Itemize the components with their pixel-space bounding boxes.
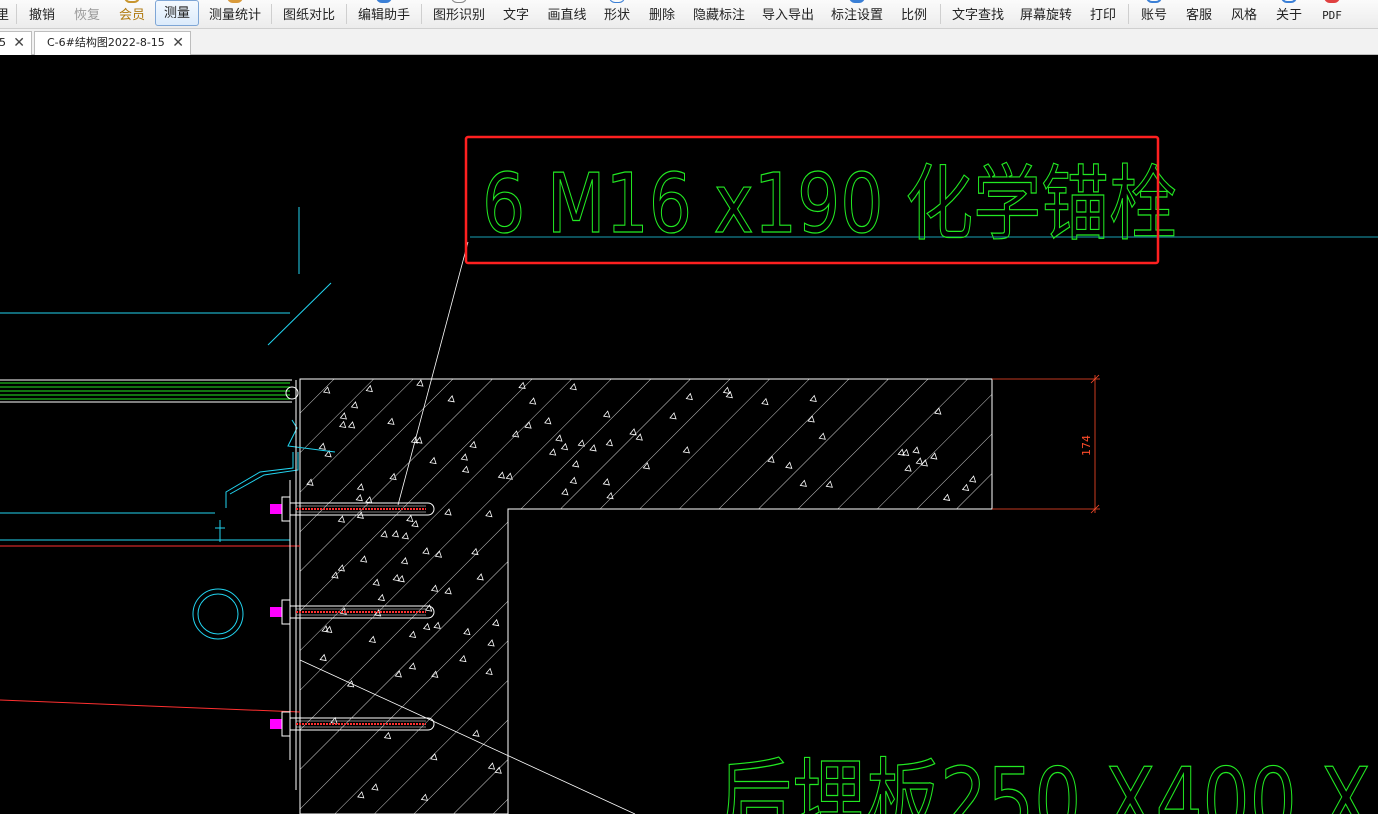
text-button[interactable]: 文字 (500, 0, 532, 29)
redo-label: 恢复 (73, 8, 100, 23)
import-export-button[interactable]: 导入导出 (760, 0, 816, 29)
text-label: 文字 (502, 8, 529, 23)
vip-button[interactable]: 会员 (116, 0, 148, 29)
print-label: 打印 (1089, 8, 1116, 23)
shape-button[interactable]: 形状 (601, 0, 633, 29)
tab-current[interactable]: C-6#结构图2022-8-15 ✕ (34, 31, 191, 55)
toolbar-separator (271, 4, 272, 24)
tab-previous-label: 5 (0, 36, 6, 49)
scale-button[interactable]: 比例 (898, 0, 930, 29)
style-label: 风格 (1230, 8, 1257, 23)
about-label: 关于 (1275, 8, 1302, 23)
toolbar-separator (346, 4, 347, 24)
account-label: 账号 (1140, 8, 1167, 23)
vip-label: 会员 (118, 8, 145, 23)
drawing-canvas[interactable]: 6 M16 x190 化学锚栓 后埋板250 X400 X1 174 (0, 55, 1378, 814)
delete-label: 删除 (648, 8, 675, 23)
account-icon (1146, 0, 1162, 3)
style-button[interactable]: 风格 (1228, 0, 1260, 29)
dimension-value: 174 (1080, 435, 1093, 456)
text-search-button[interactable]: 文字查找 (950, 0, 1006, 29)
toolbar-cut-item[interactable]: 里 (0, 0, 10, 29)
delete-button[interactable]: 删除 (646, 0, 678, 29)
compare-label: 图纸对比 (282, 8, 335, 23)
rotate-button[interactable]: 屏幕旋转 (1018, 0, 1074, 29)
undo-button[interactable]: 撤销 (26, 0, 58, 29)
text-search-label: 文字查找 (951, 8, 1004, 23)
rotate-label: 屏幕旋转 (1019, 8, 1072, 23)
scale-label: 比例 (900, 8, 927, 23)
toolbar-separator (16, 4, 17, 24)
shape-recognize-label: 图形识别 (432, 8, 485, 23)
support-button[interactable]: 客服 (1183, 0, 1215, 29)
toolbar-cut-label: 里 (0, 8, 10, 23)
vip-icon (124, 0, 140, 3)
compare-button[interactable]: 图纸对比 (281, 0, 337, 29)
measure-label: 测量 (163, 6, 190, 21)
document-tabbar: 5 ✕ C-6#结构图2022-8-15 ✕ (0, 29, 1378, 55)
import-export-label: 导入导出 (761, 8, 814, 23)
hide-annotation-button[interactable]: 隐藏标注 (691, 0, 747, 29)
toolbar-separator (1128, 4, 1129, 24)
tab-previous[interactable]: 5 ✕ (0, 31, 32, 55)
cyan-construction (0, 207, 336, 640)
edit-helper-icon (376, 0, 392, 3)
pdf-label: PDF (1322, 9, 1342, 22)
annotation-settings-button[interactable]: 标注设置 (829, 0, 885, 29)
account-button[interactable]: 账号 (1138, 0, 1170, 29)
shape-label: 形状 (603, 8, 630, 23)
pdf-icon (1324, 0, 1340, 3)
anchor-annotation-text: 6 M16 x190 化学锚栓 (482, 157, 1177, 252)
embed-plate-annotation-text: 后埋板250 X400 X1 (718, 749, 1378, 814)
measure-button[interactable]: 测量 (155, 0, 199, 26)
pdf-button[interactable]: PDF (1318, 0, 1346, 29)
line-label: 画直线 (547, 8, 587, 23)
edit-helper-label: 编辑助手 (357, 8, 410, 23)
annotation-settings-icon (849, 0, 865, 3)
toolbar-separator (421, 4, 422, 24)
about-button[interactable]: 关于 (1273, 0, 1305, 29)
undo-label: 撤销 (28, 8, 55, 23)
measure-stats-button[interactable]: 测量统计 (207, 0, 263, 29)
tab-current-label: C-6#结构图2022-8-15 (47, 36, 165, 49)
red-reference-line-2 (0, 699, 301, 713)
main-toolbar: 里 撤销 恢复 会员 测量 测量统计 图纸对比 编辑助手 图形识别 文字 画直线… (0, 0, 1378, 29)
curtain-wall-profile (0, 382, 290, 400)
close-icon[interactable]: ✕ (13, 32, 25, 54)
shape-recognize-button[interactable]: 图形识别 (431, 0, 487, 29)
hide-annotation-label: 隐藏标注 (692, 8, 745, 23)
about-icon (1281, 0, 1297, 3)
redo-button[interactable]: 恢复 (71, 0, 103, 29)
measure-stats-icon (227, 0, 243, 3)
line-button[interactable]: 画直线 (545, 0, 589, 29)
measure-stats-label: 测量统计 (208, 8, 261, 23)
cad-drawing: 6 M16 x190 化学锚栓 后埋板250 X400 X1 174 (0, 135, 1378, 814)
print-button[interactable]: 打印 (1087, 0, 1119, 29)
annotation-settings-label: 标注设置 (830, 8, 883, 23)
support-label: 客服 (1185, 8, 1212, 23)
toolbar-separator (940, 4, 941, 24)
edit-helper-button[interactable]: 编辑助手 (356, 0, 412, 29)
shape-icon (609, 0, 625, 3)
shape-recognize-icon (451, 0, 467, 3)
close-icon[interactable]: ✕ (172, 32, 184, 54)
